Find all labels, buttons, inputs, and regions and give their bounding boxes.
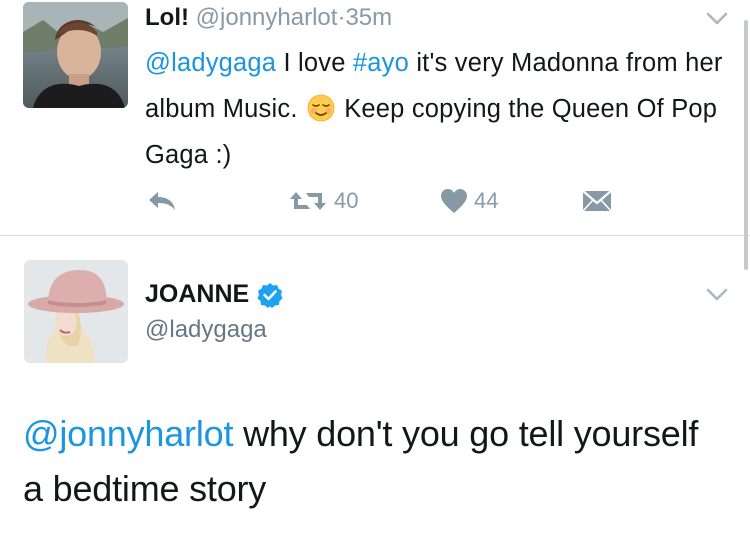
display-name[interactable]: JOANNE <box>145 280 283 309</box>
direct-message-button[interactable] <box>582 184 612 218</box>
tweet-ladygaga[interactable]: JOANNE @ladygaga @jonnyharlot why don't … <box>0 236 750 539</box>
mention-link[interactable]: @ladygaga <box>145 49 276 77</box>
scrollbar-thumb[interactable] <box>744 20 748 270</box>
retweet-count: 40 <box>334 188 359 213</box>
reply-button[interactable] <box>146 184 178 218</box>
avatar-ladygaga[interactable] <box>24 260 128 363</box>
envelope-icon <box>582 190 612 212</box>
heart-icon <box>441 189 467 213</box>
display-name-text: JOANNE <box>145 280 250 308</box>
avatar-jonnyharlot[interactable] <box>23 2 128 108</box>
chevron-down-icon[interactable] <box>706 12 728 26</box>
tweet-actions: 40 44 <box>0 184 750 218</box>
retweet-icon <box>290 192 326 210</box>
relieved-smile-emoji-icon <box>307 91 335 122</box>
tweet-header: Lol! @jonnyharlot·35m <box>145 4 392 32</box>
tweet-text: @jonnyharlot why don't you go tell yours… <box>23 406 723 516</box>
tweet-text-segment: I love <box>276 49 353 77</box>
retweet-button[interactable]: 40 <box>288 184 358 218</box>
hashtag-link[interactable]: #ayo <box>353 49 409 77</box>
tweet-jonnyharlot[interactable]: Lol! @jonnyharlot·35m @ladygaga I love #… <box>0 0 750 236</box>
user-handle[interactable]: @jonnyharlot <box>196 4 338 31</box>
verified-badge-icon <box>257 282 283 308</box>
like-count: 44 <box>474 188 499 213</box>
reply-icon <box>149 192 175 210</box>
chevron-down-icon[interactable] <box>706 288 728 302</box>
timestamp[interactable]: 35m <box>345 4 392 31</box>
mention-link[interactable]: @jonnyharlot <box>23 413 233 454</box>
display-name[interactable]: Lol! <box>145 4 189 31</box>
like-button[interactable]: 44 <box>440 184 498 218</box>
user-handle[interactable]: @ladygaga <box>145 316 267 344</box>
tweet-text: @ladygaga I love #ayo it's very Madonna … <box>145 40 735 178</box>
